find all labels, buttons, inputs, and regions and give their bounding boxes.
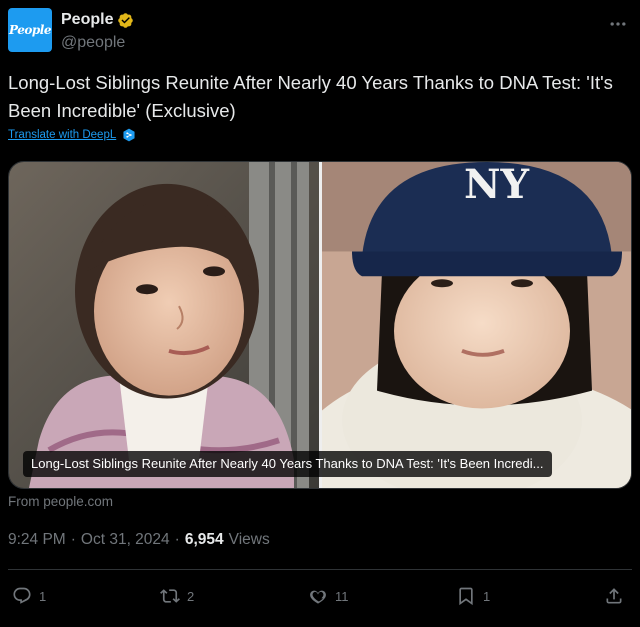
tweet-time[interactable]: 9:24 PM xyxy=(8,531,66,549)
link-source[interactable]: From people.com xyxy=(8,494,113,509)
deepl-logo-icon xyxy=(123,128,135,142)
meta-separator: · xyxy=(174,531,180,548)
meta-separator: · xyxy=(70,531,76,548)
media-card[interactable]: NY Long-Lost Siblings Reunite After Near… xyxy=(8,161,632,489)
svg-text:NY: NY xyxy=(464,162,530,208)
translate-label[interactable]: Translate with DeepL xyxy=(8,129,116,141)
reply-button[interactable]: 1 xyxy=(12,583,46,609)
avatar-logo-text: People xyxy=(9,23,51,37)
photo-girl-toddler xyxy=(9,162,319,488)
like-button[interactable]: 11 xyxy=(308,583,349,609)
tweet-text: Long-Lost Siblings Reunite After Nearly … xyxy=(8,72,613,121)
tweet-date[interactable]: Oct 31, 2024 xyxy=(81,531,170,549)
views-count: 6,954 xyxy=(184,531,224,548)
bookmark-button[interactable]: 1 xyxy=(456,583,490,609)
repost-count: 2 xyxy=(187,588,195,604)
heart-icon xyxy=(310,590,326,604)
tweet-meta: 9:24 PM · Oct 31, 2024 · 6,954 Views xyxy=(8,531,270,549)
views-label: Views xyxy=(228,531,270,548)
divider xyxy=(8,569,632,570)
repost-icon xyxy=(160,589,180,603)
verified-badge-icon xyxy=(118,12,134,28)
handle[interactable]: @people xyxy=(61,34,125,52)
bookmark-count: 1 xyxy=(483,588,491,604)
tweet-header: People People @people xyxy=(8,8,632,56)
translate-link[interactable]: Translate with DeepL xyxy=(8,128,136,142)
photo-boy-yankees-cap: NY xyxy=(322,162,631,488)
media-caption: Long-Lost Siblings Reunite After Nearly … xyxy=(23,451,552,477)
reply-count: 1 xyxy=(39,588,47,604)
name-row: People xyxy=(61,11,134,29)
bookmark-icon xyxy=(459,587,473,606)
share-icon xyxy=(606,588,622,604)
display-name[interactable]: People xyxy=(61,11,113,29)
repost-button[interactable]: 2 xyxy=(160,583,194,609)
like-count: 11 xyxy=(335,588,349,604)
reply-icon xyxy=(13,587,31,604)
share-button[interactable] xyxy=(604,583,624,609)
avatar[interactable]: People xyxy=(8,8,52,52)
more-options-icon[interactable] xyxy=(608,14,628,34)
action-bar: 1 2 11 1 xyxy=(8,583,632,609)
